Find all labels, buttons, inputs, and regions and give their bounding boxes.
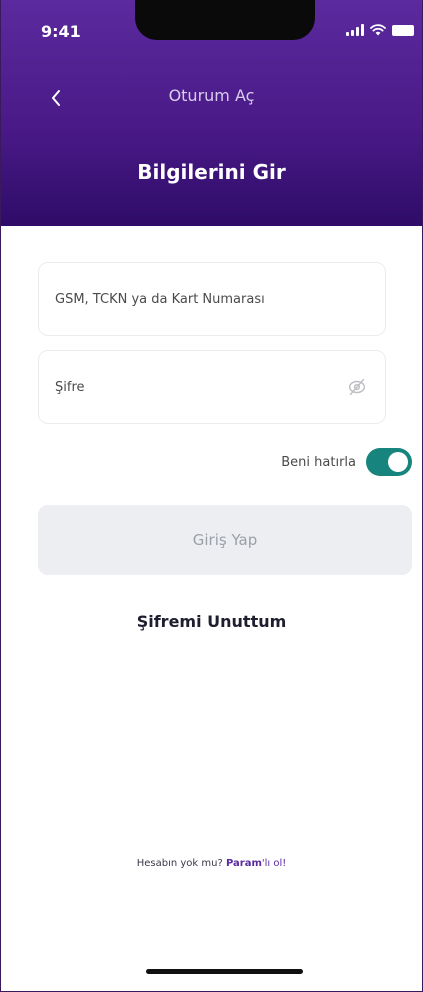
status-time: 9:41: [41, 22, 81, 41]
battery-icon: [392, 24, 414, 36]
wifi-icon: [370, 24, 386, 36]
password-field[interactable]: [38, 350, 386, 424]
device-notch: [135, 0, 315, 40]
signal-bars-icon: [346, 24, 364, 36]
remember-me-row: Beni hatırla: [281, 448, 412, 476]
signup-prefix: Hesabın yok mu?: [136, 858, 226, 869]
login-screen: 9:41 Oturum Aç Bilgilerini Gir GSM, TCKN…: [0, 0, 423, 992]
home-indicator: [146, 969, 303, 974]
id-input[interactable]: [55, 291, 369, 307]
forgot-password-link[interactable]: Şifremi Unuttum: [1, 612, 422, 631]
status-icons: [346, 24, 414, 36]
signup-row: Hesabın yok mu? Param'lı ol!: [1, 858, 422, 869]
toggle-knob: [388, 452, 408, 472]
eye-slash-icon: [348, 378, 366, 396]
header: 9:41 Oturum Aç Bilgilerini Gir: [1, 0, 422, 226]
remember-me-toggle[interactable]: [366, 448, 412, 476]
password-input[interactable]: [55, 379, 345, 395]
login-button[interactable]: Giriş Yap: [38, 505, 412, 575]
page-title: Bilgilerini Gir: [137, 160, 286, 184]
signup-suffix-link[interactable]: 'lı ol!: [262, 858, 286, 869]
password-visibility-toggle[interactable]: [345, 375, 369, 399]
id-field[interactable]: [38, 262, 386, 336]
signup-brand-link[interactable]: Param: [226, 858, 262, 869]
nav-title: Oturum Aç: [168, 86, 255, 105]
remember-me-label: Beni hatırla: [281, 454, 356, 470]
